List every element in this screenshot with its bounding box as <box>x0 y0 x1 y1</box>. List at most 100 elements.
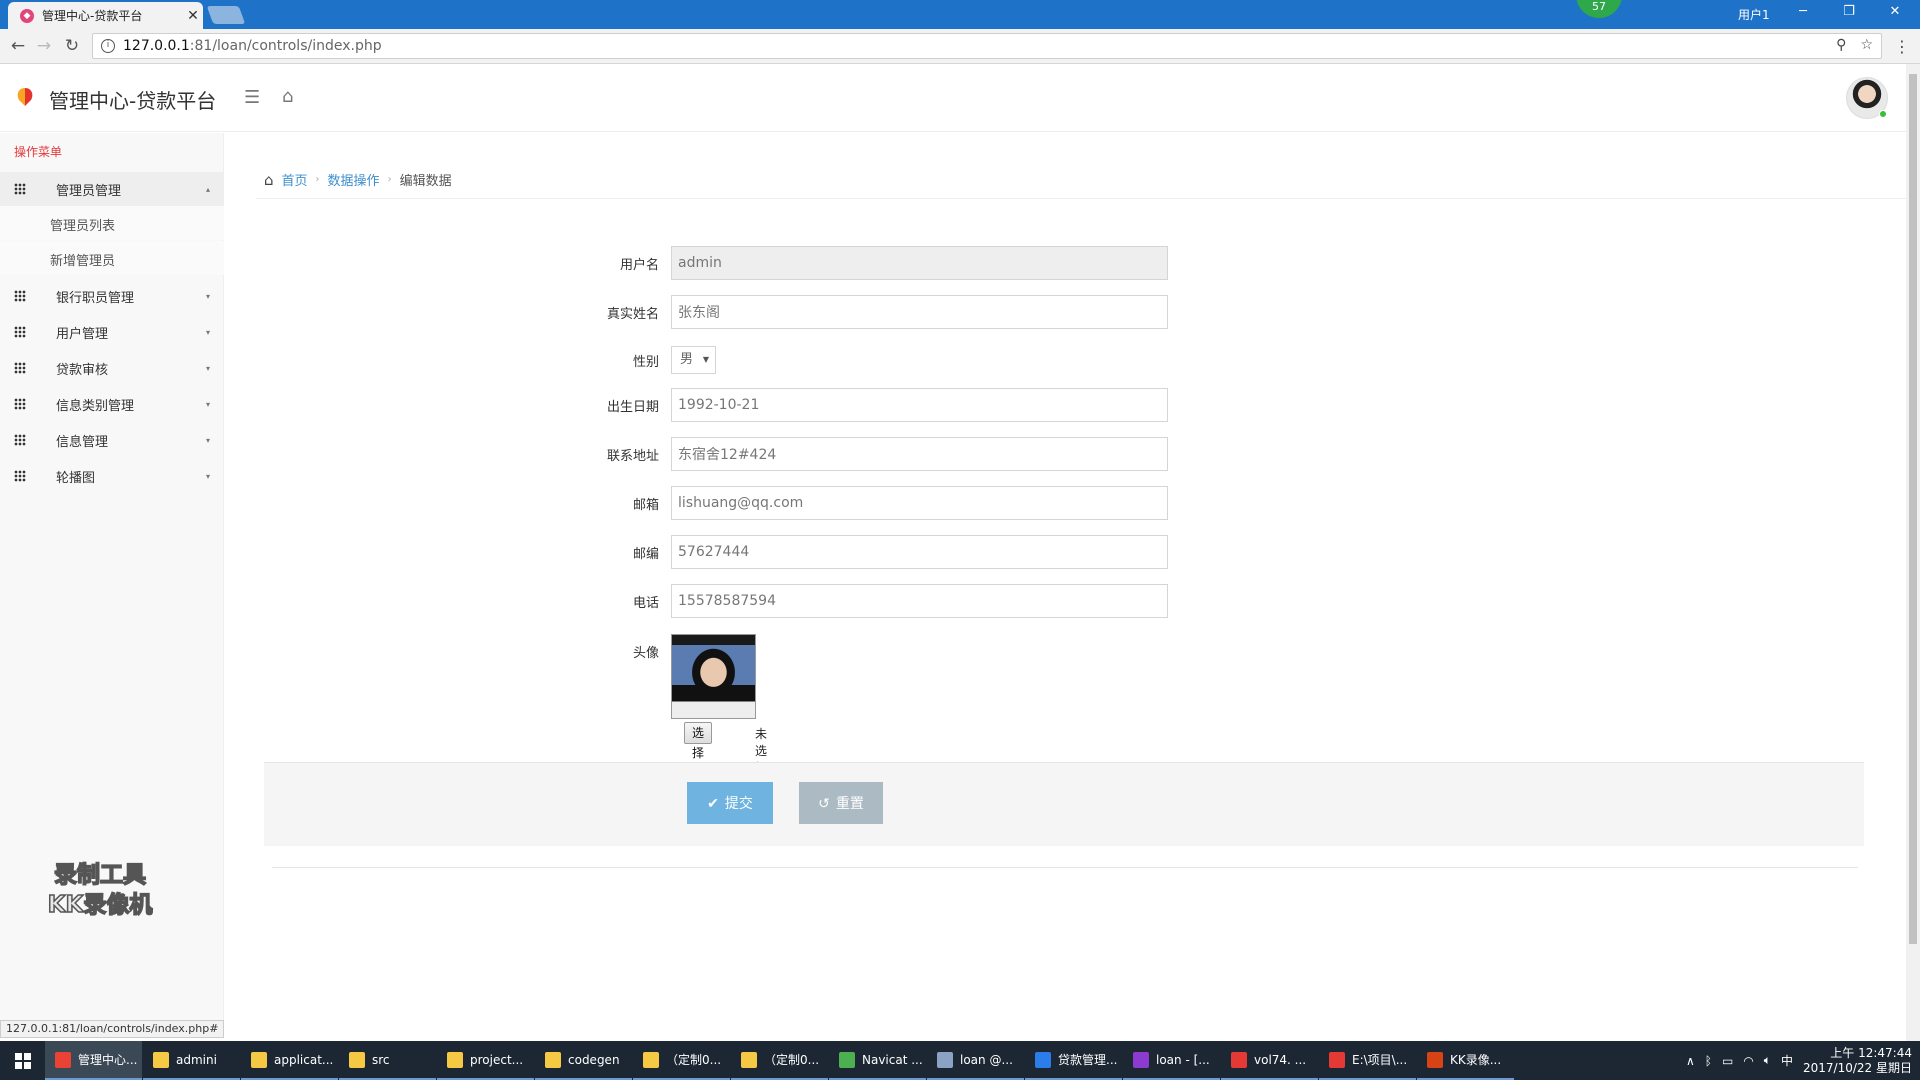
zipcode-label: 邮编 <box>632 547 659 562</box>
online-status-dot <box>1879 110 1887 118</box>
sidebar-item-label: 管理员管理 <box>56 183 122 199</box>
breadcrumb-current: 编辑数据 <box>399 174 452 189</box>
breadcrumb-separator-icon: › <box>315 174 320 185</box>
bookmark-star-icon[interactable]: ☆ <box>1860 37 1873 53</box>
sidebar-subitem-add-admin[interactable]: 新增管理员 <box>0 241 224 275</box>
bluetooth-icon[interactable]: ᛒ <box>1705 1054 1712 1068</box>
taskbar-app[interactable]: admini <box>143 1041 240 1080</box>
notification-badge[interactable]: 57 <box>1576 0 1622 18</box>
browser-titlebar: ◆ 管理中心-贷款平台 ✕ 57 用户1 ─ ❐ ✕ <box>0 0 1920 29</box>
zipcode-field[interactable] <box>671 535 1168 569</box>
submit-button[interactable]: ✔ 提交 <box>687 782 773 824</box>
divider <box>256 198 1906 199</box>
tab-title: 管理中心-贷款平台 <box>42 9 143 23</box>
start-button[interactable] <box>0 1041 45 1080</box>
site-info-icon[interactable]: i <box>101 39 115 53</box>
username-field[interactable] <box>671 246 1168 280</box>
sidebar-item-admin-management[interactable]: 管理员管理 ▴ <box>0 172 224 206</box>
taskbar-app[interactable]: （定制0... <box>633 1041 730 1080</box>
new-tab-button[interactable] <box>206 6 246 24</box>
grid-icon <box>14 398 26 410</box>
window-close-icon[interactable]: ✕ <box>1880 4 1910 19</box>
email-field[interactable] <box>671 486 1168 520</box>
taskbar-app-label: codegen <box>568 1052 620 1067</box>
restore-icon[interactable]: ❐ <box>1834 4 1864 19</box>
pin-icon[interactable]: ⚲ <box>1836 37 1846 53</box>
url-input[interactable]: i 127.0.0.1:81/loan/controls/index.php ⚲… <box>92 33 1882 59</box>
taskbar-app[interactable]: loan @... <box>927 1041 1024 1080</box>
minimize-icon[interactable]: ─ <box>1788 4 1818 19</box>
taskbar-app-label: vol74. ... <box>1254 1052 1307 1067</box>
avatar-photo <box>671 634 756 719</box>
wifi-icon[interactable]: ◠ <box>1743 1054 1753 1068</box>
sidebar-item-bank-staff[interactable]: 银行职员管理 ▾ <box>0 279 224 313</box>
battery-icon[interactable]: ▭ <box>1722 1054 1733 1068</box>
taskbar-app[interactable]: vol74. ... <box>1221 1041 1318 1080</box>
taskbar-app[interactable]: 管理中心... <box>45 1041 142 1080</box>
app-icon <box>937 1051 953 1068</box>
divider <box>272 867 1858 868</box>
phone-label: 电话 <box>632 596 659 611</box>
browser-menu-icon[interactable]: ⋮ <box>1894 37 1910 56</box>
chevron-down-icon: ▾ <box>205 435 210 445</box>
taskbar-app[interactable]: （定制0... <box>731 1041 828 1080</box>
status-bar-url: 127.0.0.1:81/loan/controls/index.php# <box>0 1020 225 1038</box>
breadcrumb-home-link[interactable]: 首页 <box>282 170 308 189</box>
app-title: 管理中心-贷款平台 <box>49 89 217 113</box>
windows-logo-icon <box>14 1052 31 1069</box>
system-clock[interactable]: 上午 12:47:44 2017/10/22 星期日 <box>1803 1046 1912 1076</box>
breadcrumb-separator-icon: › <box>387 174 392 185</box>
sidebar-item-carousel[interactable]: 轮播图 ▾ <box>0 459 224 493</box>
birthdate-field[interactable] <box>671 388 1168 422</box>
chevron-down-icon: ▾ <box>205 471 210 481</box>
menu-toggle-icon[interactable]: ☰ <box>244 87 260 108</box>
caret-down-icon: ▼ <box>702 355 709 364</box>
submit-button-label: 提交 <box>724 795 753 811</box>
gender-select[interactable]: 男 ▼ <box>671 346 716 374</box>
taskbar-app[interactable]: src <box>339 1041 436 1080</box>
taskbar-app[interactable]: 贷款管理... <box>1025 1041 1122 1080</box>
browser-tab[interactable]: ◆ 管理中心-贷款平台 ✕ <box>8 2 203 29</box>
taskbar-app[interactable]: Navicat ... <box>829 1041 926 1080</box>
taskbar-app[interactable]: applicat... <box>241 1041 338 1080</box>
app-icon <box>1035 1051 1051 1068</box>
back-icon[interactable]: ← <box>6 34 30 58</box>
realname-field[interactable] <box>671 295 1168 329</box>
app-icon <box>1133 1051 1149 1068</box>
grid-icon <box>14 470 26 482</box>
reload-icon[interactable]: ↻ <box>60 34 84 58</box>
app-icon <box>1231 1051 1247 1068</box>
taskbar-app-label: KK录像... <box>1450 1053 1502 1067</box>
main-content: ⌂ 首页 › 数据操作 › 编辑数据 用户名 真实姓名 性别 男 ▼ 出生日期 … <box>224 133 1906 1020</box>
sidebar-item-users[interactable]: 用户管理 ▾ <box>0 315 224 349</box>
tray-expand-icon[interactable]: ∧ <box>1686 1054 1695 1068</box>
taskbar-app[interactable]: loan - [... <box>1123 1041 1220 1080</box>
chevron-down-icon: ▾ <box>205 291 210 301</box>
sidebar-item-info-management[interactable]: 信息管理 ▾ <box>0 423 224 457</box>
grid-icon <box>14 434 26 446</box>
taskbar-app[interactable]: codegen <box>535 1041 632 1080</box>
forward-icon[interactable]: → <box>32 34 56 58</box>
volume-icon[interactable]: 🔈︎ <box>1764 1053 1771 1068</box>
reset-button[interactable]: ↺ 重置 <box>799 782 883 824</box>
address-field[interactable] <box>671 437 1168 471</box>
ime-indicator[interactable]: 中 <box>1781 1052 1793 1069</box>
page-scrollbar[interactable] <box>1906 64 1920 1041</box>
choose-file-button[interactable]: 选择文件 <box>684 722 713 800</box>
taskbar-app[interactable]: KK录像... <box>1417 1041 1514 1080</box>
sidebar-subitem-admin-list[interactable]: 管理员列表 <box>0 206 224 240</box>
grid-icon <box>14 326 26 338</box>
browser-profile-label[interactable]: 用户1 <box>1738 6 1770 23</box>
home-icon[interactable]: ⌂ <box>282 86 293 107</box>
phone-field[interactable] <box>671 584 1168 618</box>
realname-label: 真实姓名 <box>606 307 659 322</box>
taskbar-app[interactable]: E:\项目\... <box>1319 1041 1416 1080</box>
taskbar-app[interactable]: project... <box>437 1041 534 1080</box>
scrollbar-thumb[interactable] <box>1909 74 1917 944</box>
tab-close-icon[interactable]: ✕ <box>183 8 203 24</box>
grid-icon <box>14 290 26 302</box>
breadcrumb-section-link[interactable]: 数据操作 <box>328 170 380 189</box>
sidebar-item-info-categories[interactable]: 信息类别管理 ▾ <box>0 387 224 421</box>
username-label: 用户名 <box>619 258 659 273</box>
sidebar-item-loan-review[interactable]: 贷款审核 ▾ <box>0 351 224 385</box>
